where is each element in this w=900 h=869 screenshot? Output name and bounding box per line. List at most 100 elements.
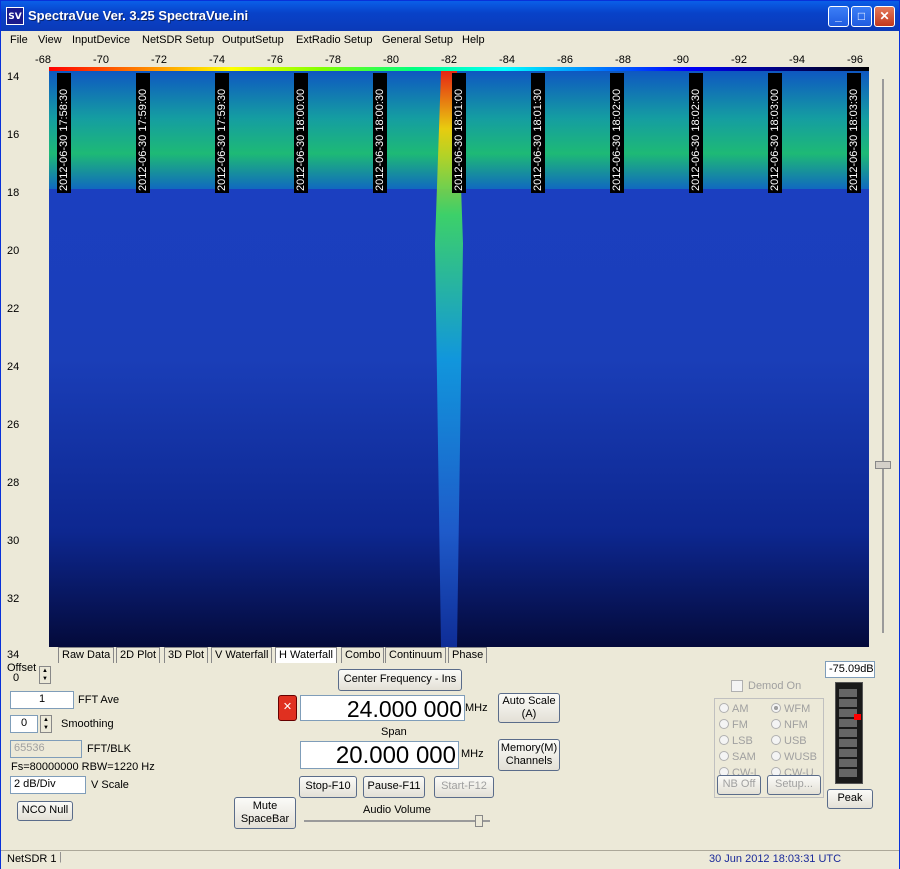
fft-blk-label: FFT/BLK xyxy=(87,743,132,755)
radio-wfm[interactable]: WFM xyxy=(771,703,810,715)
tab-v-waterfall[interactable]: V Waterfall xyxy=(211,647,273,663)
peak-button[interactable]: Peak xyxy=(827,789,873,809)
timestamp-label: 2012-06-30 18:02:00 xyxy=(610,73,624,193)
tab-continuum[interactable]: Continuum xyxy=(385,647,447,663)
radio-wusb[interactable]: WUSB xyxy=(771,751,817,763)
demod-checkbox[interactable] xyxy=(731,680,743,692)
radio-lsb-label: LSB xyxy=(732,735,753,747)
demod-label: Demod On xyxy=(748,680,802,692)
radio-wusb-label: WUSB xyxy=(784,751,817,763)
span-input[interactable]: 20.000 000 xyxy=(300,741,459,769)
radio-fm[interactable]: FM xyxy=(719,719,748,731)
nco-null-button[interactable]: NCO Null xyxy=(17,801,73,821)
tab-raw-data[interactable]: Raw Data xyxy=(58,647,115,663)
stop-button[interactable]: Stop-F10 xyxy=(299,776,357,798)
freq-tick: 22 xyxy=(7,303,20,315)
status-divider: | xyxy=(59,851,62,863)
status-bar: NetSDR 1 | 30 Jun 2012 18:03:31 UTC xyxy=(1,850,899,869)
amplitude-axis: -68 -70 -72 -74 -76 -78 -80 -82 -84 -86 … xyxy=(35,51,872,67)
close-icon[interactable]: ✕ xyxy=(278,695,297,721)
signal-meter xyxy=(835,682,863,784)
radio-sam[interactable]: SAM xyxy=(719,751,756,763)
offset-spinner[interactable]: ▲ ▼ xyxy=(39,666,51,684)
tab-2d-plot[interactable]: 2D Plot xyxy=(116,647,161,663)
timestamp-label: 2012-06-30 17:58:30 xyxy=(57,73,71,193)
fft-ave-label: FFT Ave xyxy=(78,694,120,706)
smoothing-input[interactable]: 0 xyxy=(10,715,38,733)
timestamp-label: 2012-06-30 18:01:30 xyxy=(531,73,545,193)
auto-scale-button[interactable]: Auto Scale (A) xyxy=(498,693,560,723)
vscale-select[interactable]: 2 dB/Div xyxy=(10,776,86,794)
axis-tick: -72 xyxy=(151,54,167,66)
demod-setup-button[interactable]: Setup... xyxy=(767,775,821,795)
menu-outputsetup[interactable]: OutputSetup xyxy=(222,34,284,46)
radio-lsb[interactable]: LSB xyxy=(719,735,753,747)
timestamp-label: 2012-06-30 18:03:30 xyxy=(847,73,861,193)
radio-sam-label: SAM xyxy=(732,751,756,763)
nb-off-button[interactable]: NB Off xyxy=(717,775,761,795)
scroll-thumb[interactable] xyxy=(875,461,891,469)
freq-tick: 26 xyxy=(7,419,20,431)
menu-view[interactable]: View xyxy=(38,34,62,46)
center-frequency-unit: MHz xyxy=(465,702,488,714)
waterfall-plot[interactable]: 2012-06-30 17:58:30 2012-06-30 17:59:00 … xyxy=(49,71,869,647)
timestamp-label: 2012-06-30 17:59:00 xyxy=(136,73,150,193)
tab-h-waterfall[interactable]: H Waterfall xyxy=(275,647,337,663)
axis-tick: -84 xyxy=(499,54,515,66)
menu-inputdevice[interactable]: InputDevice xyxy=(72,34,130,46)
audio-volume-slider[interactable] xyxy=(304,820,490,822)
audio-volume-thumb[interactable] xyxy=(475,815,483,827)
start-button[interactable]: Start-F12 xyxy=(434,776,494,798)
freq-tick: 14 xyxy=(7,71,20,83)
axis-tick: -82 xyxy=(441,54,457,66)
freq-tick: 20 xyxy=(7,245,20,257)
center-frequency-input[interactable]: 24.000 000 xyxy=(300,695,465,722)
span-label: Span xyxy=(381,726,407,738)
radio-usb-label: USB xyxy=(784,735,807,747)
vertical-scroll-slider[interactable] xyxy=(875,71,891,641)
radio-nfm[interactable]: NFM xyxy=(771,719,808,731)
audio-volume-label: Audio Volume xyxy=(363,804,431,816)
freq-tick: 32 xyxy=(7,593,20,605)
axis-tick: -80 xyxy=(383,54,399,66)
center-frequency-button[interactable]: Center Frequency - Ins xyxy=(338,669,462,691)
axis-tick: -88 xyxy=(615,54,631,66)
radio-usb[interactable]: USB xyxy=(771,735,807,747)
radio-am[interactable]: AM xyxy=(719,703,749,715)
freq-tick: 16 xyxy=(7,129,20,141)
app-logo-icon: SV xyxy=(6,7,24,25)
axis-tick: -94 xyxy=(789,54,805,66)
waterfall-display: -68 -70 -72 -74 -76 -78 -80 -82 -84 -86 … xyxy=(5,51,895,661)
menu-bar: File View InputDevice NetSDR Setup Outpu… xyxy=(1,31,899,50)
axis-tick: -90 xyxy=(673,54,689,66)
title-bar[interactable]: SV SpectraVue Ver. 3.25 SpectraVue.ini _… xyxy=(1,1,899,31)
radio-dot-icon xyxy=(771,735,781,745)
tab-combo[interactable]: Combo xyxy=(341,647,385,663)
smoothing-spinner[interactable]: ▲ ▼ xyxy=(40,715,52,733)
freq-tick: 18 xyxy=(7,187,20,199)
pause-button[interactable]: Pause-F11 xyxy=(363,776,425,798)
axis-tick: -78 xyxy=(325,54,341,66)
minimize-button[interactable]: _ xyxy=(828,6,849,27)
menu-general-setup[interactable]: General Setup xyxy=(382,34,453,46)
memory-channels-button[interactable]: Memory(M) Channels xyxy=(498,739,560,771)
fft-ave-input[interactable]: 1 xyxy=(10,691,74,709)
smoothing-label: Smoothing xyxy=(61,718,114,730)
tab-phase[interactable]: Phase xyxy=(448,647,488,663)
menu-file[interactable]: File xyxy=(10,34,28,46)
tab-3d-plot[interactable]: 3D Plot xyxy=(164,647,209,663)
radio-dot-selected-icon xyxy=(771,703,781,713)
timestamp-label: 2012-06-30 18:00:30 xyxy=(373,73,387,193)
menu-extradio-setup[interactable]: ExtRadio Setup xyxy=(296,34,372,46)
maximize-button[interactable]: □ xyxy=(851,6,872,27)
radio-nfm-label: NFM xyxy=(784,719,808,731)
mute-button[interactable]: Mute SpaceBar xyxy=(234,797,296,829)
close-button[interactable]: ✕ xyxy=(874,6,895,27)
axis-tick: -68 xyxy=(35,54,51,66)
radio-dot-icon xyxy=(719,703,729,713)
menu-netsdr-setup[interactable]: NetSDR Setup xyxy=(142,34,214,46)
fft-blk-select[interactable]: 65536 xyxy=(10,740,82,758)
axis-tick: -76 xyxy=(267,54,283,66)
menu-help[interactable]: Help xyxy=(462,34,485,46)
axis-tick: -86 xyxy=(557,54,573,66)
